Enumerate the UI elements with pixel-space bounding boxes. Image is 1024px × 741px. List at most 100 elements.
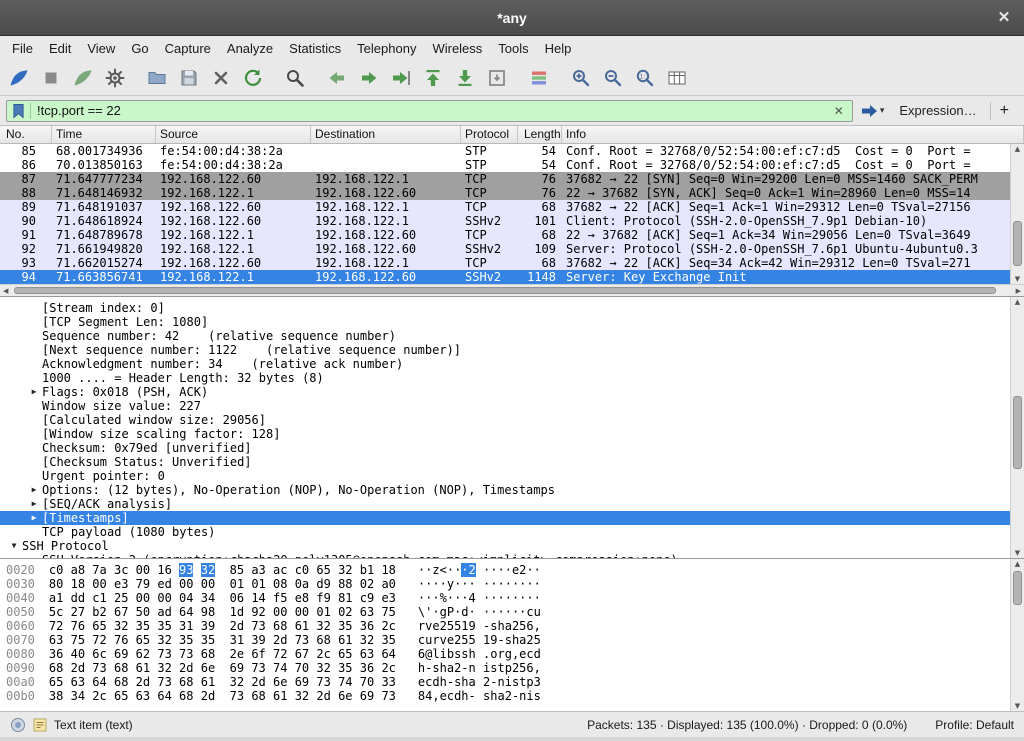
menu-edit[interactable]: Edit bbox=[41, 38, 79, 59]
detail-line[interactable]: Checksum: 0x79ed [unverified] bbox=[0, 441, 1024, 455]
detail-line[interactable]: ▶Flags: 0x018 (PSH, ACK) bbox=[0, 385, 1024, 399]
go-to-packet-icon[interactable] bbox=[386, 63, 416, 93]
expression-button[interactable]: Expression… bbox=[891, 103, 984, 118]
packet-row-87[interactable]: 8771.647777234192.168.122.60192.168.122.… bbox=[0, 172, 1024, 186]
vscroll-thumb[interactable] bbox=[1013, 571, 1022, 605]
display-filter-input[interactable]: !tcp.port == 22 ✕ bbox=[6, 100, 853, 122]
vscroll-thumb[interactable] bbox=[1013, 221, 1022, 266]
packet-list-hscrollbar[interactable]: ◀ ▶ bbox=[0, 284, 1024, 296]
expander-icon[interactable]: ▶ bbox=[26, 511, 42, 525]
menu-telephony[interactable]: Telephony bbox=[349, 38, 424, 59]
apply-filter-button[interactable]: ▾ bbox=[858, 103, 887, 119]
capture-options-icon[interactable] bbox=[100, 63, 130, 93]
menu-help[interactable]: Help bbox=[537, 38, 580, 59]
packet-row-92[interactable]: 9271.661949820192.168.122.1192.168.122.6… bbox=[0, 242, 1024, 256]
detail-line[interactable]: Window size value: 227 bbox=[0, 399, 1024, 413]
expert-info-icon[interactable] bbox=[10, 717, 26, 733]
detail-line[interactable]: [Checksum Status: Unverified] bbox=[0, 455, 1024, 469]
start-capture-icon[interactable] bbox=[4, 63, 34, 93]
scroll-down-icon[interactable]: ▼ bbox=[1011, 702, 1024, 710]
filter-bookmark-icon[interactable] bbox=[12, 103, 31, 119]
vscroll-thumb[interactable] bbox=[1013, 396, 1022, 469]
titlebar[interactable]: *any ✕ bbox=[0, 0, 1024, 36]
filter-expression-text[interactable]: !tcp.port == 22 bbox=[37, 103, 825, 118]
menu-view[interactable]: View bbox=[79, 38, 123, 59]
profile-status[interactable]: Profile: Default bbox=[935, 718, 1014, 732]
column-header-no[interactable]: No. bbox=[0, 126, 52, 143]
detail-line[interactable]: [Window size scaling factor: 128] bbox=[0, 427, 1024, 441]
menu-capture[interactable]: Capture bbox=[157, 38, 219, 59]
scroll-up-icon[interactable]: ▲ bbox=[1011, 145, 1024, 153]
go-forward-icon[interactable] bbox=[354, 63, 384, 93]
hex-row-0060[interactable]: 006072 76 65 32 35 35 31 39 2d 73 68 61 … bbox=[6, 619, 1024, 633]
expander-icon[interactable]: ▶ bbox=[26, 483, 42, 497]
hex-row-0030[interactable]: 003080 18 00 e3 79 ed 00 00 01 01 08 0a … bbox=[6, 577, 1024, 591]
scroll-up-icon[interactable]: ▲ bbox=[1011, 298, 1024, 306]
packet-row-94[interactable]: 9471.663856741192.168.122.1192.168.122.6… bbox=[0, 270, 1024, 284]
detail-line[interactable]: [Stream index: 0] bbox=[0, 301, 1024, 315]
go-last-icon[interactable] bbox=[450, 63, 480, 93]
filter-clear-icon[interactable]: ✕ bbox=[831, 104, 847, 118]
add-filter-button[interactable]: + bbox=[990, 102, 1018, 120]
zoom-out-icon[interactable] bbox=[598, 63, 628, 93]
detail-line[interactable]: [Next sequence number: 1122 (relative se… bbox=[0, 343, 1024, 357]
filter-history-caret-icon[interactable]: ▾ bbox=[880, 105, 885, 116]
close-file-icon[interactable] bbox=[206, 63, 236, 93]
go-back-icon[interactable] bbox=[322, 63, 352, 93]
menu-file[interactable]: File bbox=[4, 38, 41, 59]
expander-icon[interactable]: ▶ bbox=[26, 385, 42, 399]
hex-row-0020[interactable]: 0020c0 a8 7a 3c 00 16 93 32 85 a3 ac c0 … bbox=[6, 563, 1024, 577]
hex-row-00a0[interactable]: 00a065 63 64 68 2d 73 68 61 32 2d 6e 69 … bbox=[6, 675, 1024, 689]
auto-scroll-icon[interactable] bbox=[482, 63, 512, 93]
column-header-source[interactable]: Source bbox=[156, 126, 311, 143]
hex-row-0050[interactable]: 00505c 27 b2 67 50 ad 64 98 1d 92 00 00 … bbox=[6, 605, 1024, 619]
hscroll-thumb[interactable] bbox=[14, 287, 996, 294]
hex-row-0070[interactable]: 007063 75 72 76 65 32 35 35 31 39 2d 73 … bbox=[6, 633, 1024, 647]
scroll-right-icon[interactable]: ▶ bbox=[1016, 287, 1021, 295]
detail-line[interactable]: ▼SSH Protocol bbox=[0, 539, 1024, 553]
resize-columns-icon[interactable] bbox=[662, 63, 692, 93]
packet-row-90[interactable]: 9071.648618924192.168.122.60192.168.122.… bbox=[0, 214, 1024, 228]
menu-tools[interactable]: Tools bbox=[490, 38, 536, 59]
detail-line[interactable]: TCP payload (1080 bytes) bbox=[0, 525, 1024, 539]
detail-line[interactable]: ▶Options: (12 bytes), No-Operation (NOP)… bbox=[0, 483, 1024, 497]
menu-analyze[interactable]: Analyze bbox=[219, 38, 281, 59]
packet-row-88[interactable]: 8871.648146932192.168.122.1192.168.122.6… bbox=[0, 186, 1024, 200]
capture-comment-icon[interactable] bbox=[32, 717, 48, 733]
scroll-up-icon[interactable]: ▲ bbox=[1011, 560, 1024, 568]
column-header-info[interactable]: Info bbox=[562, 126, 1024, 143]
restart-capture-icon[interactable] bbox=[68, 63, 98, 93]
save-file-icon[interactable] bbox=[174, 63, 204, 93]
packet-row-89[interactable]: 8971.648191037192.168.122.60192.168.122.… bbox=[0, 200, 1024, 214]
detail-line[interactable]: Sequence number: 42 (relative sequence n… bbox=[0, 329, 1024, 343]
bytes-vscrollbar[interactable]: ▲ ▼ bbox=[1010, 559, 1024, 711]
menu-statistics[interactable]: Statistics bbox=[281, 38, 349, 59]
packet-row-86[interactable]: 8670.013850163fe:54:00:d4:38:2aSTP54Conf… bbox=[0, 158, 1024, 172]
scroll-left-icon[interactable]: ◀ bbox=[3, 287, 8, 295]
column-header-protocol[interactable]: Protocol bbox=[461, 126, 518, 143]
detail-line[interactable]: Urgent pointer: 0 bbox=[0, 469, 1024, 483]
zoom-in-icon[interactable] bbox=[566, 63, 596, 93]
find-packet-icon[interactable] bbox=[280, 63, 310, 93]
packet-row-85[interactable]: 8568.001734936fe:54:00:d4:38:2aSTP54Conf… bbox=[0, 144, 1024, 158]
detail-line[interactable]: [Calculated window size: 29056] bbox=[0, 413, 1024, 427]
column-header-time[interactable]: Time bbox=[52, 126, 156, 143]
packet-row-91[interactable]: 9171.648789678192.168.122.1192.168.122.6… bbox=[0, 228, 1024, 242]
packet-list-vscrollbar[interactable]: ▲▼ bbox=[1010, 144, 1024, 284]
scroll-down-icon[interactable]: ▼ bbox=[1011, 275, 1024, 283]
detail-line[interactable]: ▶[Timestamps] bbox=[0, 511, 1024, 525]
menu-go[interactable]: Go bbox=[123, 38, 156, 59]
details-vscrollbar[interactable]: ▲ ▼ bbox=[1010, 297, 1024, 558]
stop-capture-icon[interactable] bbox=[36, 63, 66, 93]
detail-line[interactable]: 1000 .... = Header Length: 32 bytes (8) bbox=[0, 371, 1024, 385]
column-header-length[interactable]: Length bbox=[518, 126, 562, 143]
hex-row-00b0[interactable]: 00b038 34 2c 65 63 64 68 2d 73 68 61 32 … bbox=[6, 689, 1024, 703]
hex-row-0080[interactable]: 008036 40 6c 69 62 73 73 68 2e 6f 72 67 … bbox=[6, 647, 1024, 661]
hex-row-0090[interactable]: 009068 2d 73 68 61 32 2d 6e 69 73 74 70 … bbox=[6, 661, 1024, 675]
scroll-down-icon[interactable]: ▼ bbox=[1011, 549, 1024, 557]
hex-row-0040[interactable]: 0040a1 dd c1 25 00 00 04 34 06 14 f5 e8 … bbox=[6, 591, 1024, 605]
column-header-destination[interactable]: Destination bbox=[311, 126, 461, 143]
close-icon[interactable]: ✕ bbox=[994, 8, 1014, 28]
go-first-icon[interactable] bbox=[418, 63, 448, 93]
detail-line[interactable]: ▶[SEQ/ACK analysis] bbox=[0, 497, 1024, 511]
